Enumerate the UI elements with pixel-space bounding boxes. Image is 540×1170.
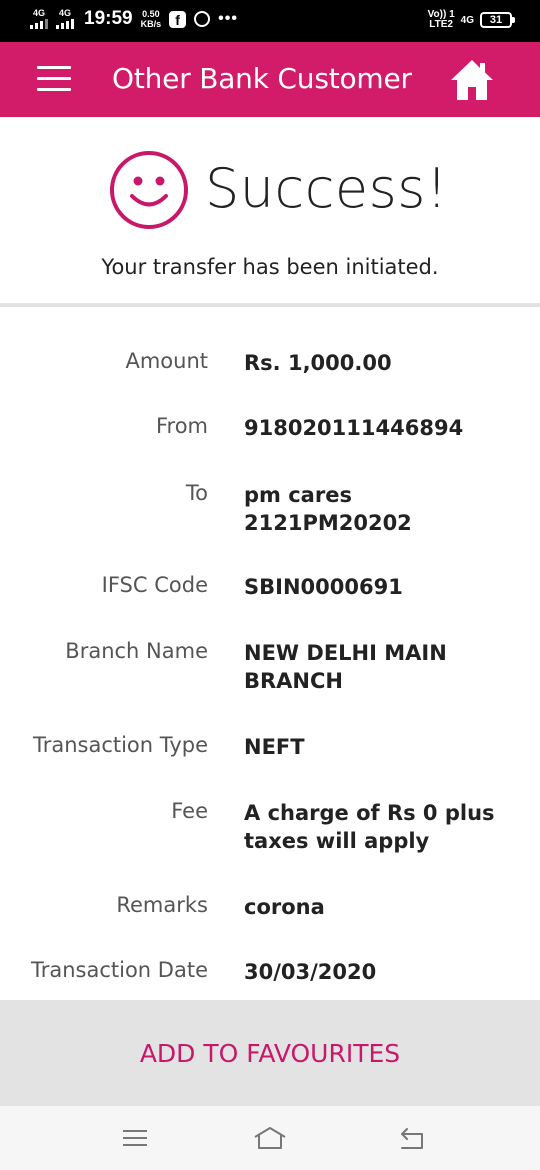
hamburger-menu-icon[interactable] <box>37 64 71 94</box>
success-title: Success! <box>205 157 449 220</box>
add-to-favourites-button[interactable]: ADD TO FAVOURITES <box>0 1000 540 1106</box>
detail-label: IFSC Code <box>101 573 208 597</box>
network-speed-unit: KB/s <box>140 19 162 29</box>
battery-icon: 31 <box>480 12 515 28</box>
success-header: Success! Your transfer has been initiate… <box>0 117 540 303</box>
network-type-label: 4G <box>32 8 45 18</box>
detail-label: Transaction Date <box>30 958 208 982</box>
detail-value-line: 2121PM20202 <box>244 511 412 535</box>
signal-strength-icon: 4G <box>30 9 48 29</box>
detail-label: Branch Name <box>65 639 208 663</box>
more-notifications-icon: ••• <box>218 10 238 27</box>
success-message: Your transfer has been initiated. <box>101 255 439 279</box>
detail-label: Transaction Type <box>32 733 208 757</box>
detail-value-line: taxes will apply <box>244 829 430 853</box>
back-icon[interactable] <box>394 1122 430 1154</box>
clock: 19:59 <box>84 8 133 29</box>
detail-label: Remarks <box>116 893 208 917</box>
detail-label: To <box>185 481 208 505</box>
detail-value-line: pm cares <box>244 483 352 507</box>
smiley-icon <box>110 151 188 229</box>
nav-home-icon[interactable] <box>252 1122 288 1154</box>
detail-value: Rs. 1,000.00 <box>244 351 392 375</box>
detail-value: NEFT <box>244 735 305 759</box>
signal-strength-icon-2: 4G <box>56 9 74 29</box>
network-4g-label: 4G <box>460 14 474 26</box>
network-type-label-2: 4G <box>58 8 71 18</box>
detail-value: pm cares 2121PM20202 <box>244 481 514 537</box>
detail-label: From <box>155 414 208 438</box>
detail-value-line: NEW DELHI MAIN <box>244 641 447 665</box>
page-title: Other Bank Customer <box>112 62 412 95</box>
battery-level: 31 <box>489 14 503 26</box>
app-bar: Other Bank Customer <box>0 42 540 117</box>
detail-value-line: BRANCH <box>244 669 343 693</box>
detail-value: NEW DELHI MAIN BRANCH <box>244 639 514 695</box>
detail-value: A charge of Rs 0 plus taxes will apply <box>244 799 514 855</box>
detail-value: SBIN0000691 <box>244 575 403 599</box>
facebook-notification-icon: f <box>169 10 187 28</box>
network-speed: 0.50 KB/s <box>141 9 162 29</box>
detail-value: 918020111446894 <box>244 416 464 440</box>
detail-value: 30/03/2020 <box>244 960 377 984</box>
volte-indicator: Vo)) 1 LTE2 <box>428 10 455 30</box>
whatsapp-notification-icon <box>194 11 211 27</box>
status-bar: 4G 4G 19:59 0.50 KB/s f ••• Vo)) 1 LTE2 … <box>0 0 540 42</box>
detail-label: Fee <box>171 799 208 823</box>
transfer-details: Amount Rs. 1,000.00 From 918020111446894… <box>0 307 540 1000</box>
recents-icon[interactable] <box>117 1122 153 1154</box>
lte-label: LTE2 <box>429 19 453 30</box>
detail-value: corona <box>244 895 325 919</box>
action-bar: ADD TO FAVOURITES <box>0 1000 540 1106</box>
system-nav-bar <box>0 1106 540 1170</box>
network-speed-value: 0.50 <box>142 9 160 19</box>
detail-label: Amount <box>125 349 208 373</box>
home-icon[interactable] <box>448 56 496 104</box>
detail-value-line: A charge of Rs 0 plus <box>244 801 495 825</box>
